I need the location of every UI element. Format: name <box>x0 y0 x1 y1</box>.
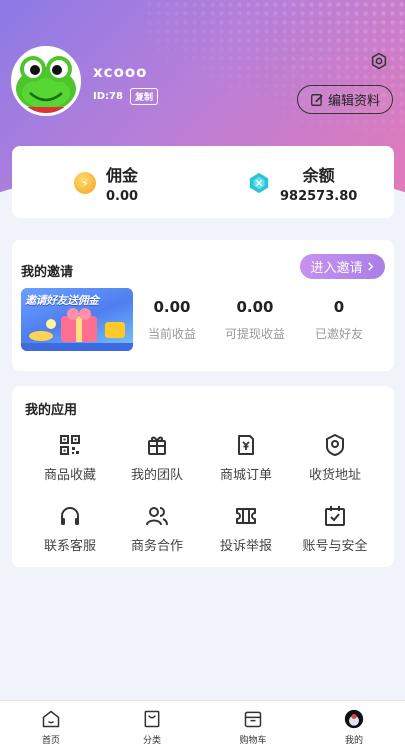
balance-label: 余额 <box>302 166 335 185</box>
app-favorites[interactable]: 商品收藏 <box>30 433 110 483</box>
avatar[interactable] <box>11 46 81 116</box>
tab-label: 购物车 <box>239 736 267 746</box>
username: xcooo <box>93 63 148 81</box>
commission-item[interactable]: ⚡ 佣金 0.00 <box>74 162 138 204</box>
copy-id-button[interactable]: 复制 <box>129 88 158 105</box>
user-id-row: ID:78 复制 <box>93 88 158 105</box>
stat-value: 0.00 <box>153 298 191 316</box>
coin-icon: ⚡ <box>74 172 96 194</box>
app-shipping-address[interactable]: 收货地址 <box>295 433 375 483</box>
app-mall-orders[interactable]: 商城订单 <box>206 433 286 483</box>
settings-icon[interactable] <box>370 52 388 70</box>
balance-item[interactable]: 余额 982573.80 <box>248 162 357 204</box>
balance-value: 982573.80 <box>280 189 358 204</box>
headset-icon <box>61 507 79 525</box>
app-account-security[interactable]: 账号与安全 <box>295 504 375 554</box>
bag-icon <box>144 710 160 728</box>
app-complaints[interactable]: 投诉举报 <box>206 504 286 554</box>
tab-label: 分类 <box>142 736 161 746</box>
home-icon <box>42 710 60 728</box>
enter-invite-label: 进入邀请 <box>310 261 363 276</box>
stat-withdrawable-earnings: 0.00 可提现收益 <box>215 298 295 342</box>
banner-text: 邀请好友送佣金 <box>25 294 99 307</box>
tab-label: 我的 <box>344 736 363 746</box>
wallet-card: ⚡ 佣金 0.00 余额 982573.80 <box>12 146 394 218</box>
stat-value: 0.00 <box>236 298 274 316</box>
chevron-right-icon <box>367 262 373 271</box>
order-icon <box>238 435 254 455</box>
invite-banner[interactable]: 邀请好友送佣金 <box>21 288 133 351</box>
stat-current-earnings: 0.00 当前收益 <box>132 298 212 342</box>
app-label: 商品收藏 <box>43 468 96 483</box>
tab-home[interactable]: 首页 <box>21 709 81 746</box>
invite-title: 我的邀请 <box>21 265 74 280</box>
tab-label: 首页 <box>41 736 60 746</box>
gem-icon <box>249 172 269 194</box>
user-id: ID:78 <box>93 91 123 102</box>
enter-invite-button[interactable]: 进入邀请 <box>300 254 385 279</box>
app-label: 商城订单 <box>219 468 272 483</box>
qrcode-icon <box>60 435 80 455</box>
tab-bar: 首页 分类 购物车 我的 <box>0 700 405 749</box>
app-label: 联系客服 <box>43 539 96 554</box>
users-icon <box>146 507 168 526</box>
commission-value: 0.00 <box>106 189 139 204</box>
app-my-team[interactable]: 我的团队 <box>117 433 197 483</box>
cart-box-icon <box>244 711 262 728</box>
commission-label: 佣金 <box>106 166 139 185</box>
tab-cart[interactable]: 购物车 <box>223 709 283 746</box>
app-customer-service[interactable]: 联系客服 <box>30 504 110 554</box>
app-label: 商务合作 <box>130 539 183 554</box>
app-business-cooperation[interactable]: 商务合作 <box>117 504 197 554</box>
avatar-icon <box>344 709 364 729</box>
edit-icon <box>311 93 323 106</box>
stat-label: 当前收益 <box>147 327 196 341</box>
app-label: 收货地址 <box>308 468 361 483</box>
stat-label: 已邀好友 <box>314 327 363 341</box>
apps-card: 我的应用 商品收藏 我的团队 商城订单 收货地址 联系客服 商务合作 投诉举报 … <box>12 386 394 567</box>
ticket-icon <box>236 508 256 524</box>
calendar-check-icon <box>325 506 345 526</box>
gift-icon <box>148 436 166 455</box>
invite-card: 我的邀请 进入邀请 邀请好友送佣金 0.00 当前收益 0.00 可提现收益 0… <box>12 240 394 371</box>
location-icon <box>326 434 344 456</box>
edit-profile-label: 编辑资料 <box>327 94 380 109</box>
tab-mine[interactable]: 我的 <box>324 709 384 746</box>
stat-value: 0 <box>333 298 345 316</box>
apps-title: 我的应用 <box>25 403 78 418</box>
app-label: 账号与安全 <box>302 539 368 554</box>
app-label: 我的团队 <box>130 468 183 483</box>
edit-profile-button[interactable]: 编辑资料 <box>297 85 393 114</box>
tab-category[interactable]: 分类 <box>122 709 182 746</box>
stat-invited-friends: 0 已邀好友 <box>299 298 379 342</box>
stat-label: 可提现收益 <box>224 327 285 341</box>
app-label: 投诉举报 <box>219 539 272 554</box>
